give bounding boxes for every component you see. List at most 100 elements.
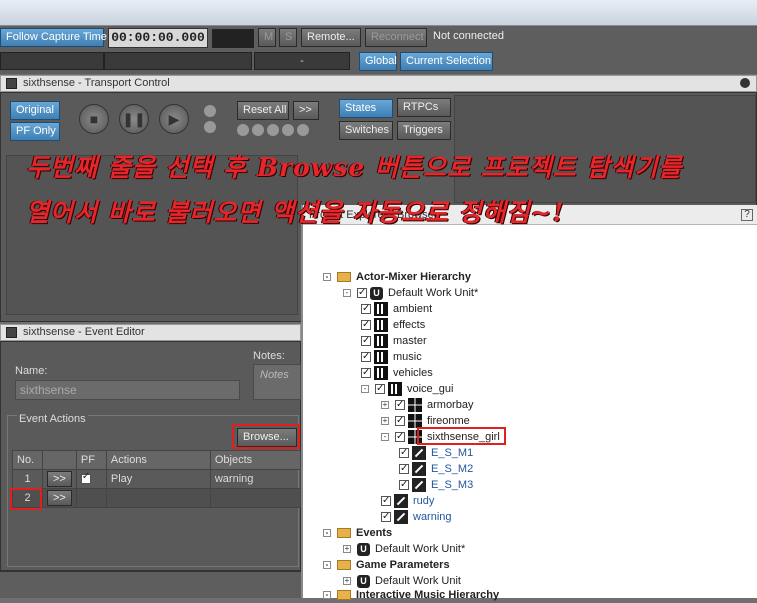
- remote-button[interactable]: Remote...: [301, 28, 361, 47]
- include-checkbox[interactable]: [381, 509, 391, 525]
- triggers-tab[interactable]: Triggers: [397, 121, 451, 140]
- more-button[interactable]: >>: [293, 101, 319, 120]
- column-pf[interactable]: PF: [75, 450, 107, 470]
- bypass-icon-4[interactable]: [282, 124, 294, 136]
- global-button[interactable]: Global: [359, 52, 397, 71]
- expand-icon[interactable]: +: [381, 401, 389, 410]
- include-checkbox[interactable]: [395, 397, 405, 413]
- pause-button[interactable]: ❚❚: [119, 104, 149, 134]
- row-edit-button[interactable]: >>: [47, 490, 72, 506]
- pitch-icon[interactable]: [204, 121, 216, 133]
- include-checkbox[interactable]: [361, 301, 371, 317]
- states-tab[interactable]: States: [339, 99, 393, 118]
- tree-item[interactable]: - U Default Work Unit*: [343, 285, 478, 301]
- include-checkbox[interactable]: [361, 317, 371, 333]
- name-field[interactable]: sixthsense: [15, 380, 240, 400]
- tree-item[interactable]: - Game Parameters: [323, 557, 450, 573]
- include-checkbox[interactable]: [399, 477, 409, 493]
- include-checkbox[interactable]: [361, 349, 371, 365]
- collapse-icon[interactable]: -: [323, 273, 331, 282]
- tree-item[interactable]: + armorbay: [381, 397, 473, 413]
- tree-item[interactable]: warning: [381, 509, 452, 525]
- pin-icon[interactable]: [740, 78, 750, 88]
- pf-only-button[interactable]: PF Only: [10, 122, 60, 141]
- toolbar-dash-field[interactable]: -: [254, 52, 350, 70]
- tree-item[interactable]: music: [361, 349, 422, 365]
- table-row[interactable]: 2 >>: [12, 488, 302, 508]
- switches-tab[interactable]: Switches: [339, 121, 393, 140]
- random-container-icon: [408, 398, 422, 413]
- include-checkbox[interactable]: [361, 333, 371, 349]
- include-checkbox[interactable]: [357, 285, 367, 301]
- row-action[interactable]: [105, 488, 211, 508]
- reset-all-button[interactable]: Reset All: [237, 101, 289, 120]
- include-checkbox[interactable]: [399, 445, 409, 461]
- clock-icon[interactable]: [204, 105, 216, 117]
- column-actions[interactable]: Actions: [105, 450, 211, 470]
- include-checkbox[interactable]: [361, 365, 371, 381]
- tree-item-label: ambient: [393, 303, 433, 315]
- bypass-icon-3[interactable]: [267, 124, 279, 136]
- bypass-icon-2[interactable]: [252, 124, 264, 136]
- mute-button[interactable]: M: [258, 28, 276, 47]
- rtpcs-tab[interactable]: RTPCs: [397, 98, 451, 117]
- tree-item[interactable]: + U Default Work Unit*: [343, 541, 465, 557]
- tree-item-label: Events: [356, 527, 393, 539]
- column-objects[interactable]: Objects: [209, 450, 302, 470]
- tree-item-label: Default Work Unit*: [388, 287, 479, 299]
- tree-item[interactable]: E_S_M3: [399, 477, 473, 493]
- bypass-icons[interactable]: [237, 124, 319, 136]
- row-object[interactable]: warning: [209, 469, 302, 489]
- tree-item[interactable]: - voice_gui: [361, 381, 453, 397]
- tree-item-label: E_S_M1: [431, 447, 474, 459]
- include-checkbox[interactable]: [375, 381, 385, 397]
- sound-icon: [412, 478, 426, 493]
- play-button[interactable]: ▶: [159, 104, 189, 134]
- solo-button[interactable]: S: [279, 28, 297, 47]
- tree-item[interactable]: - Actor-Mixer Hierarchy: [323, 269, 471, 285]
- tree-item[interactable]: - Events: [323, 525, 392, 541]
- collapse-icon[interactable]: -: [381, 433, 389, 442]
- tree-item[interactable]: vehicles: [361, 365, 433, 381]
- tree-item[interactable]: ambient: [361, 301, 432, 317]
- collapse-icon[interactable]: -: [323, 561, 331, 570]
- bypass-icon-1[interactable]: [237, 124, 249, 136]
- include-checkbox[interactable]: [399, 461, 409, 477]
- tree-item[interactable]: - Interactive Music Hierarchy: [323, 587, 499, 603]
- tree-item[interactable]: E_S_M1: [399, 445, 473, 461]
- collapse-icon[interactable]: -: [323, 529, 331, 538]
- tree-item[interactable]: E_S_M2: [399, 461, 473, 477]
- expand-icon[interactable]: +: [343, 545, 351, 554]
- original-button[interactable]: Original: [10, 101, 60, 120]
- tree-item-label: Game Parameters: [356, 559, 450, 571]
- table-row[interactable]: 1 >> Play warning: [12, 469, 302, 489]
- row-pf[interactable]: [75, 488, 107, 508]
- reconnect-button[interactable]: Reconnect: [365, 28, 427, 47]
- notes-field[interactable]: Notes: [253, 364, 301, 400]
- row-action[interactable]: Play: [105, 469, 211, 489]
- tree-item[interactable]: effects: [361, 317, 425, 333]
- current-selection-button[interactable]: Current Selection: [400, 52, 493, 71]
- tree-item[interactable]: rudy: [381, 493, 434, 509]
- column-no[interactable]: No.: [12, 450, 43, 470]
- expand-icon[interactable]: +: [381, 417, 389, 426]
- pf-checkbox[interactable]: [80, 471, 91, 485]
- bypass-icon-5[interactable]: [297, 124, 309, 136]
- tree-item[interactable]: master: [361, 333, 427, 349]
- main-toolbar: Follow Capture Time 00:00:00.000 M S Rem…: [0, 26, 757, 74]
- table-header-row: No. PF Actions Objects: [12, 450, 302, 470]
- column-edit[interactable]: [42, 450, 77, 470]
- random-container-icon: [408, 414, 422, 429]
- actor-mixer-icon: [374, 302, 388, 317]
- include-checkbox[interactable]: [395, 413, 405, 429]
- row-object[interactable]: [209, 488, 302, 508]
- include-checkbox[interactable]: [381, 493, 391, 509]
- row-edit-button[interactable]: >>: [47, 471, 72, 487]
- collapse-icon[interactable]: -: [361, 385, 369, 394]
- include-checkbox[interactable]: [395, 429, 405, 445]
- notes-label: Notes:: [253, 350, 285, 362]
- collapse-icon[interactable]: -: [343, 289, 351, 298]
- expand-icon[interactable]: +: [343, 577, 351, 586]
- stop-button[interactable]: ■: [79, 104, 109, 134]
- follow-capture-time-button[interactable]: Follow Capture Time: [0, 28, 107, 47]
